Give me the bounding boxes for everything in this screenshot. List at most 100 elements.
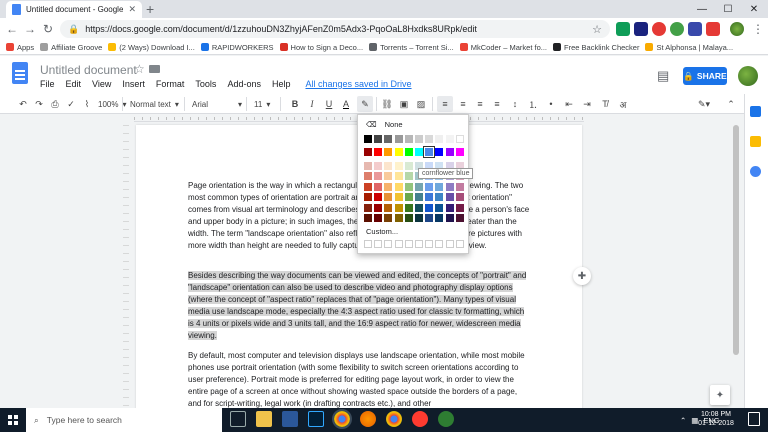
back-button[interactable]: ←: [4, 21, 20, 37]
undo-icon[interactable]: ↶: [16, 96, 30, 112]
omnibox[interactable]: 🔒 https://docs.google.com/document/d/1zz…: [60, 20, 610, 38]
bookmark-item[interactable]: Free Backlink Checker: [553, 43, 639, 52]
color-swatch[interactable]: [384, 172, 393, 181]
custom-color-slot[interactable]: [374, 240, 383, 248]
comments-icon[interactable]: ▤: [657, 68, 669, 84]
custom-color-slot[interactable]: [455, 240, 464, 248]
color-swatch[interactable]: [384, 135, 393, 143]
color-swatch[interactable]: [374, 148, 383, 156]
color-swatch[interactable]: [435, 203, 444, 212]
extension-icon[interactable]: [634, 22, 648, 36]
forward-button[interactable]: →: [22, 21, 38, 37]
app-icon[interactable]: [438, 411, 454, 427]
numbered-list-icon[interactable]: ⒈: [526, 96, 540, 112]
color-swatch[interactable]: [435, 214, 444, 222]
color-swatch[interactable]: [445, 193, 454, 202]
chrome-icon[interactable]: [332, 409, 352, 429]
browser-menu-icon[interactable]: ⋮: [750, 21, 766, 37]
color-swatch[interactable]: [374, 172, 383, 181]
color-swatch[interactable]: [435, 182, 444, 191]
custom-color-slot[interactable]: [425, 240, 434, 248]
document-title[interactable]: Untitled document: [40, 63, 137, 77]
bookmark-item[interactable]: How to Sign a Deco...: [279, 43, 363, 52]
new-tab-button[interactable]: +: [146, 1, 154, 17]
print-icon[interactable]: ⎙: [48, 96, 62, 112]
add-comment-icon[interactable]: ▣: [397, 96, 411, 112]
clear-formatting-icon[interactable]: T̸: [598, 96, 612, 112]
custom-color-option[interactable]: Custom...: [366, 227, 398, 236]
no-color-option[interactable]: ⌫ None: [366, 120, 403, 129]
save-status-link[interactable]: All changes saved in Drive: [305, 79, 411, 89]
photoshop-icon[interactable]: [308, 411, 324, 427]
insert-image-icon[interactable]: ▨: [414, 96, 428, 112]
color-swatch[interactable]: [394, 203, 403, 212]
clock[interactable]: 10:08 PM 01-12-2018: [698, 410, 734, 428]
notifications-icon[interactable]: [748, 412, 760, 426]
bookmark-item[interactable]: St Alphonsa | Malaya...: [645, 43, 733, 52]
color-swatch[interactable]: [364, 182, 372, 191]
share-button[interactable]: 🔒 SHARE: [683, 67, 727, 85]
menu-addons[interactable]: Add-ons: [227, 79, 261, 89]
color-swatch[interactable]: [374, 162, 383, 170]
menu-edit[interactable]: Edit: [66, 79, 82, 89]
custom-color-slot[interactable]: [415, 240, 423, 248]
color-swatch[interactable]: [415, 193, 423, 202]
custom-color-slot[interactable]: [394, 240, 403, 248]
align-left-icon[interactable]: ≡: [437, 96, 453, 112]
font-select[interactable]: Arial ▾: [192, 97, 242, 111]
color-swatch[interactable]: [423, 146, 436, 158]
color-swatch[interactable]: [404, 135, 413, 143]
vertical-ruler[interactable]: [123, 125, 129, 415]
color-swatch[interactable]: [425, 193, 434, 202]
bookmark-star-icon[interactable]: ☆: [592, 23, 602, 36]
color-swatch[interactable]: [364, 135, 372, 143]
extension-icon[interactable]: [706, 22, 720, 36]
color-swatch[interactable]: [415, 203, 423, 212]
selected-text[interactable]: Besides describing the way documents can…: [188, 271, 527, 341]
color-swatch[interactable]: [404, 214, 413, 222]
editing-mode-icon[interactable]: ✎▾: [694, 96, 714, 112]
explore-button[interactable]: ✦: [710, 385, 730, 405]
link-icon[interactable]: ⛓: [380, 96, 394, 112]
color-swatch[interactable]: [374, 135, 383, 143]
extension-icon[interactable]: [652, 22, 666, 36]
color-swatch[interactable]: [364, 214, 372, 222]
reload-button[interactable]: ↻: [40, 21, 56, 37]
extension-icon[interactable]: [670, 22, 684, 36]
custom-color-slot[interactable]: [445, 240, 454, 248]
color-swatch[interactable]: [384, 162, 393, 170]
color-swatch[interactable]: [384, 214, 393, 222]
color-swatch[interactable]: [415, 148, 423, 156]
bookmark-item[interactable]: RAPIDWORKERS: [200, 43, 274, 52]
color-swatch[interactable]: [404, 162, 413, 170]
color-swatch[interactable]: [425, 135, 434, 143]
color-swatch[interactable]: [404, 193, 413, 202]
custom-color-slot[interactable]: [435, 240, 444, 248]
show-hidden-icons-icon[interactable]: ⌃: [680, 416, 686, 425]
italic-icon[interactable]: I: [305, 96, 319, 112]
text-color-icon[interactable]: A: [339, 96, 353, 112]
color-swatch[interactable]: [364, 203, 372, 212]
menu-insert[interactable]: Insert: [122, 79, 145, 89]
color-swatch[interactable]: [455, 193, 464, 202]
color-swatch[interactable]: [394, 135, 403, 143]
taskbar-search[interactable]: ⌕ Type here to search: [26, 408, 222, 432]
firefox-icon[interactable]: [360, 411, 376, 427]
docs-home-icon[interactable]: [12, 62, 28, 84]
color-swatch[interactable]: [404, 172, 413, 181]
menu-format[interactable]: Format: [156, 79, 185, 89]
file-explorer-icon[interactable]: [256, 411, 272, 427]
color-swatch[interactable]: [455, 203, 464, 212]
redo-icon[interactable]: ↷: [32, 96, 46, 112]
extension-icon[interactable]: [688, 22, 702, 36]
add-comment-button[interactable]: ✚: [573, 267, 591, 285]
color-swatch[interactable]: [445, 203, 454, 212]
maximize-button[interactable]: ☐: [716, 0, 740, 18]
minimize-button[interactable]: —: [690, 0, 714, 18]
color-swatch[interactable]: [364, 148, 372, 156]
color-swatch[interactable]: [374, 193, 383, 202]
task-view-icon[interactable]: [230, 411, 246, 427]
bookmark-item[interactable]: (2 Ways) Download I...: [108, 43, 195, 52]
profile-avatar[interactable]: [730, 22, 744, 36]
color-swatch[interactable]: [364, 172, 372, 181]
